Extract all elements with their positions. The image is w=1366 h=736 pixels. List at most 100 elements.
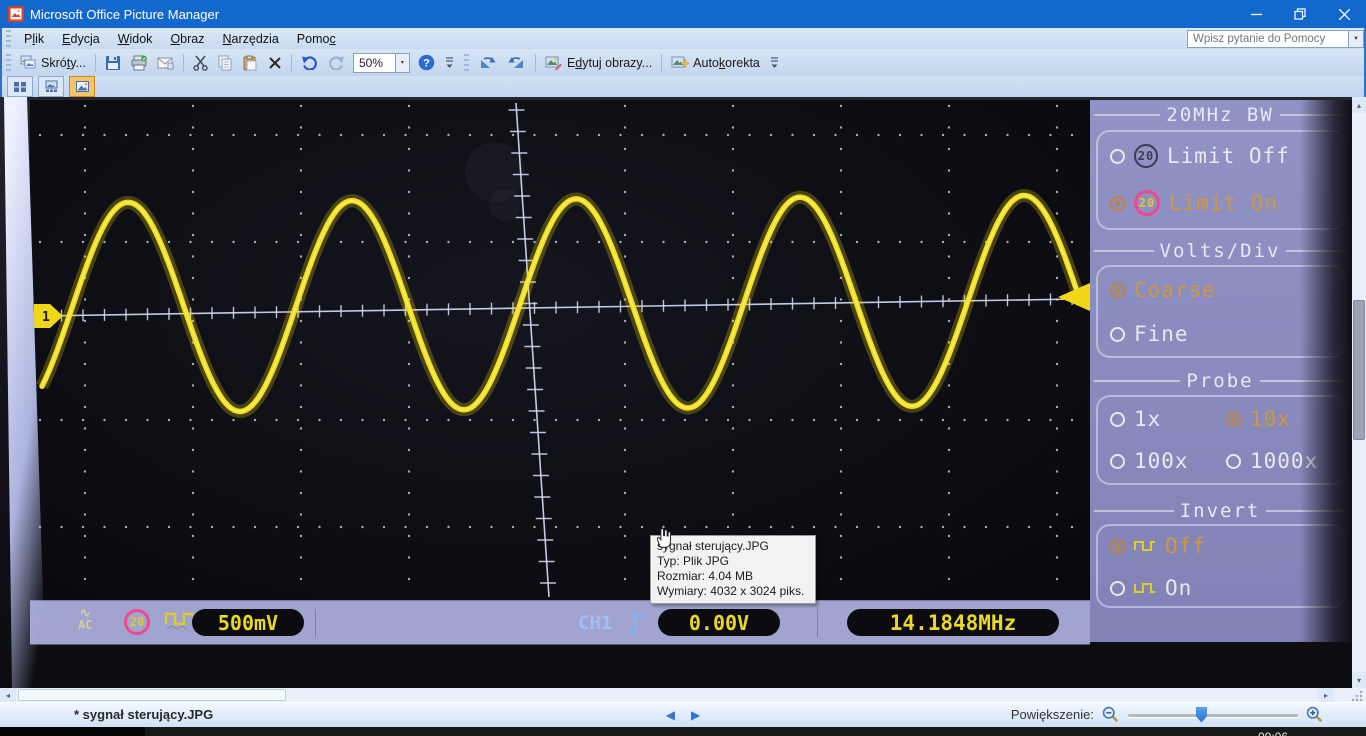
print-button[interactable] — [127, 53, 151, 73]
minimize-button[interactable] — [1234, 0, 1278, 28]
single-view-button[interactable] — [69, 76, 95, 97]
radio-selected-icon — [1110, 196, 1125, 211]
autocorrect-button[interactable]: Autokorekta — [667, 53, 764, 73]
resize-grip[interactable] — [1350, 689, 1364, 701]
bw-badge-dark: 20 — [1134, 144, 1158, 168]
edit-pictures-button[interactable]: Edytuj obrazy... — [541, 53, 656, 73]
scope-side-menu: 20MHz BW 20 Limit Off 20 Limit On Volts/… — [1090, 100, 1352, 642]
thumbnail-view-icon — [13, 81, 27, 93]
taskbar-clock: 09:06 — [1258, 730, 1288, 736]
zoom-slider-track[interactable] — [1128, 714, 1298, 717]
title-bar: Microsoft Office Picture Manager — [0, 0, 1366, 28]
single-view-icon — [75, 80, 90, 93]
menu-narzedzia[interactable]: Narzędzia — [214, 30, 288, 48]
horizontal-scroll-thumb[interactable] — [18, 689, 286, 701]
help-button[interactable]: ? — [414, 52, 439, 73]
app-icon — [8, 6, 24, 22]
filmstrip-view-button[interactable] — [38, 76, 64, 97]
fine-option: Fine — [1110, 322, 1189, 346]
main-toolbar: Skróty... 50% ▾ ? Edytuj obrazy... Autok… — [0, 49, 1366, 76]
trigger-level-readout: 0.00V — [658, 609, 780, 636]
restore-button[interactable] — [1278, 0, 1322, 28]
taskbar-segment — [145, 727, 1366, 736]
toolbar-grip[interactable] — [6, 54, 11, 72]
copy-icon — [218, 55, 233, 71]
menu-widok[interactable]: Widok — [109, 30, 162, 48]
shortcuts-button[interactable]: Skróty... — [16, 53, 90, 72]
thumbnail-view-button[interactable] — [7, 76, 33, 97]
view-mode-bar — [0, 76, 1366, 97]
scroll-right-button[interactable]: ▸ — [1318, 688, 1334, 702]
volts-div-readout: 500mV — [192, 609, 304, 636]
invert-off-option: Off — [1110, 534, 1206, 558]
autocorrect-icon — [671, 55, 689, 71]
help-search-placeholder: Wpisz pytanie do Pomocy — [1193, 33, 1325, 45]
navigation-arrows: ◀ ▶ — [666, 708, 700, 722]
window-title: Microsoft Office Picture Manager — [30, 7, 219, 22]
scope-readout-bar: ∿ AC 20 500mV CH1 0.00V 14.1848MHz — [30, 600, 1090, 645]
delete-icon — [268, 56, 282, 70]
zoom-combo[interactable]: 50% ▾ — [353, 53, 410, 73]
save-button[interactable] — [101, 53, 125, 73]
vertical-scroll-thumb[interactable] — [1353, 300, 1365, 440]
cut-button[interactable] — [189, 53, 212, 73]
radio-unselected-icon — [1110, 454, 1125, 469]
file-tooltip: sygnał sterujący.JPG Typ: Plik JPG Rozmi… — [650, 535, 816, 604]
tooltip-dimensions: Wymiary: 4032 x 3024 piks. — [657, 584, 809, 599]
probe-1x-option: 1x — [1110, 407, 1161, 431]
copy-button[interactable] — [214, 53, 237, 73]
close-button[interactable] — [1322, 0, 1366, 28]
bw-badge-pink: 20 — [1134, 190, 1160, 216]
zoom-combo-arrow[interactable]: ▾ — [395, 54, 409, 72]
radio-unselected-icon — [1110, 149, 1125, 164]
toolbar-grip-2[interactable] — [464, 54, 469, 72]
readout-divider-2 — [817, 609, 818, 637]
print-icon — [131, 55, 147, 71]
pulse-normal-icon — [1134, 540, 1156, 552]
limit-on-option: 20 Limit On — [1110, 190, 1278, 216]
undo-button[interactable] — [297, 53, 322, 72]
vertical-scrollbar[interactable]: ▴ ▾ — [1352, 97, 1366, 688]
redo-button[interactable] — [324, 53, 349, 72]
menu-obraz[interactable]: Obraz — [161, 30, 213, 48]
help-search-box[interactable]: Wpisz pytanie do Pomocy ▼ — [1187, 30, 1350, 48]
menu-edycja[interactable]: Edycja — [53, 30, 109, 48]
rotate-left-button[interactable] — [474, 53, 501, 72]
menu-pomoc[interactable]: Pomoc — [288, 30, 345, 48]
ac-coupling-icon: ∿ AC — [78, 606, 92, 632]
scroll-left-button[interactable]: ◂ — [0, 688, 16, 702]
previous-image-button[interactable]: ◀ — [666, 708, 675, 722]
zoom-out-icon[interactable] — [1102, 706, 1120, 724]
menu-plik[interactable]: Plik — [15, 30, 53, 48]
scope-waveform-svg: 1 — [30, 100, 1090, 600]
scope-screen: 1 — [30, 100, 1090, 600]
paste-button[interactable] — [239, 53, 262, 73]
delete-button[interactable] — [264, 54, 286, 72]
zoom-slider-thumb[interactable] — [1196, 707, 1207, 723]
zoom-label: Powiększenie: — [1011, 707, 1094, 722]
rising-edge-trigger-icon — [624, 607, 650, 637]
status-filename: * sygnał sterujący.JPG — [74, 707, 213, 722]
undo-icon — [301, 55, 318, 70]
zoom-slider[interactable] — [1128, 706, 1298, 724]
toolbar-overflow-chevron[interactable] — [441, 53, 459, 72]
svg-text:1: 1 — [42, 310, 50, 325]
mail-button[interactable] — [153, 54, 178, 72]
limit-off-option: 20 Limit Off — [1110, 144, 1290, 168]
help-search-dropdown-icon[interactable]: ▼ — [1348, 30, 1364, 48]
next-image-button[interactable]: ▶ — [691, 708, 700, 722]
scroll-up-button[interactable]: ▴ — [1352, 97, 1366, 113]
radio-selected-icon — [1110, 539, 1125, 554]
redo-icon — [328, 55, 345, 70]
radio-unselected-icon — [1110, 581, 1125, 596]
status-bar: * sygnał sterujący.JPG ◀ ▶ Powiększenie: — [0, 702, 1366, 727]
rotate-right-button[interactable] — [503, 53, 530, 72]
menubar-grip[interactable] — [6, 30, 11, 48]
photo-oscilloscope[interactable]: 1 ∿ AC 20 500mV CH1 0.00V 14.1848MHz 20M… — [0, 97, 1352, 688]
edit-pictures-icon — [545, 55, 563, 71]
toolbar-overflow-chevron-2[interactable] — [766, 53, 784, 72]
scroll-down-button[interactable]: ▾ — [1352, 672, 1366, 688]
horizontal-scrollbar[interactable]: ◂ ▸ — [0, 688, 1366, 702]
tooltip-size: Rozmiar: 4.04 MB — [657, 569, 809, 584]
zoom-in-icon[interactable] — [1306, 706, 1324, 724]
